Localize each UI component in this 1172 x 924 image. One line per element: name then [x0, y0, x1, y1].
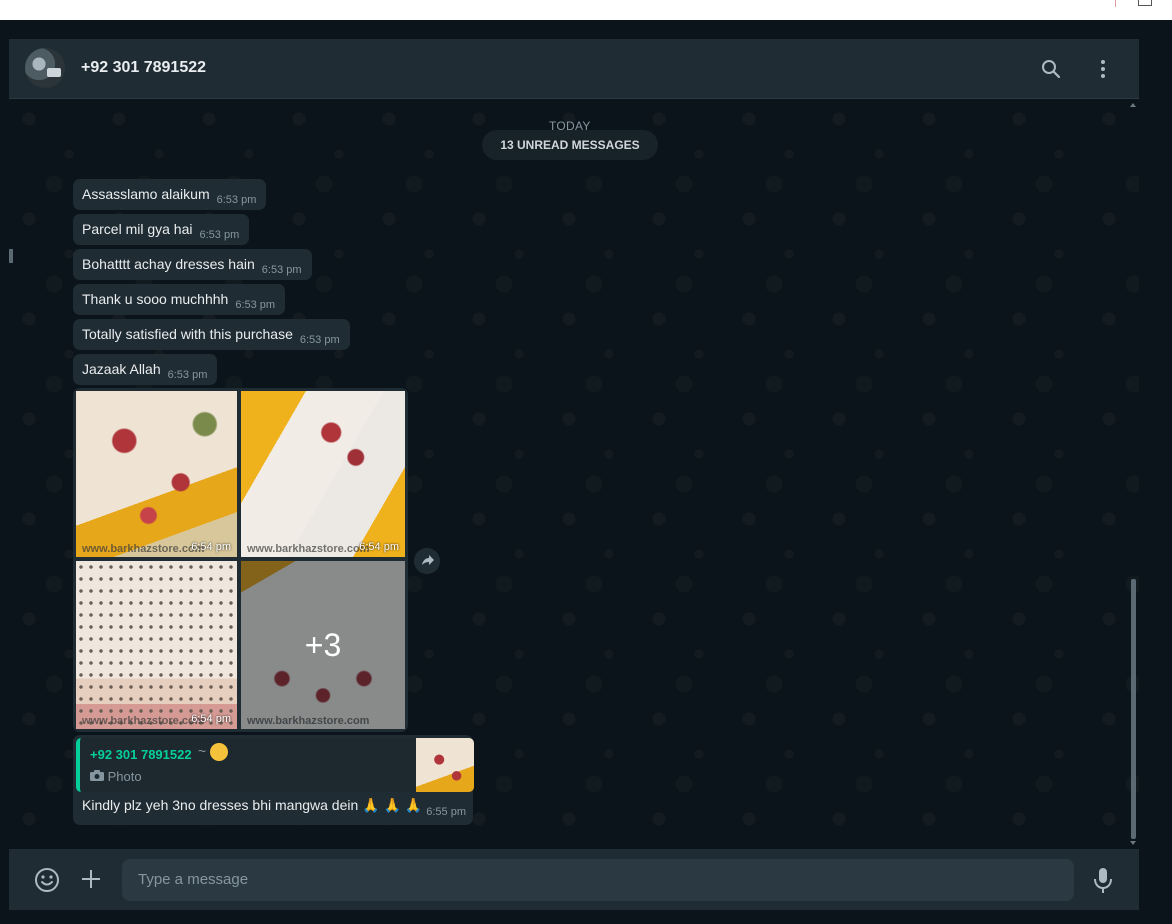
image-watermark: www.barkhazstore.com [247, 543, 370, 555]
message-bubble[interactable]: Jazaak Allah 6:53 pm [73, 354, 218, 385]
message-input-placeholder: Type a message [138, 871, 249, 888]
message-bubble[interactable]: Parcel mil gya hai 6:53 pm [73, 214, 250, 245]
smiley-emoji-icon [210, 743, 229, 762]
image-time: 6:54 pm [191, 541, 231, 553]
reply-message-bubble[interactable]: +92 301 7891522 ~ Photo Kindly plz yeh 3… [73, 735, 474, 825]
window-control-icon[interactable] [1115, 0, 1172, 7]
composer-bar: Type a message [9, 849, 1139, 910]
message-time: 6:53 pm [167, 369, 208, 381]
image-watermark: www.barkhazstore.com [82, 543, 205, 555]
chat-header: +92 301 7891522 [9, 39, 1139, 99]
camera-icon [90, 770, 104, 781]
quoted-author: +92 301 7891522 [90, 747, 192, 762]
message-time: 6:53 pm [216, 194, 257, 206]
quoted-author-suffix: ~ [198, 743, 229, 762]
emoji-icon[interactable] [34, 867, 60, 893]
album-image[interactable]: www.barkhazstore.com 6:54 pm [76, 391, 237, 557]
scroll-down-arrow[interactable] [1130, 841, 1136, 845]
image-watermark: www.barkhazstore.com [82, 715, 205, 727]
message-text: Assasslamo alaikum [82, 186, 210, 202]
more-images-count: +3 [304, 627, 342, 663]
quoted-type-label: Photo [107, 769, 142, 784]
image-time: 6:54 pm [191, 713, 231, 725]
album-image-more[interactable]: www.barkhazstore.com +3 [241, 561, 405, 729]
message-bubble[interactable]: Thank u sooo muchhhh 6:53 pm [73, 284, 286, 315]
message-text: Parcel mil gya hai [82, 221, 193, 237]
message-time: 6:53 pm [199, 229, 240, 241]
message-text: Bohatttt achay dresses hain [82, 256, 255, 272]
message-time: 6:55 pm [426, 806, 466, 818]
message-area[interactable]: TODAY 13 UNREAD MESSAGES Assasslamo alai… [9, 99, 1139, 849]
message-time: 6:53 pm [299, 334, 340, 346]
message-time: 6:53 pm [235, 299, 276, 311]
quoted-message[interactable]: +92 301 7891522 ~ Photo [76, 738, 474, 792]
scroll-up-arrow[interactable] [1130, 103, 1136, 107]
message-text: Jazaak Allah [82, 361, 161, 377]
quoted-type: Photo [90, 769, 142, 784]
contact-avatar[interactable] [25, 48, 65, 88]
mic-icon[interactable] [1092, 866, 1114, 894]
image-time: 6:54 pm [359, 541, 399, 553]
search-icon[interactable] [1039, 57, 1063, 81]
quoted-thumbnail [416, 738, 474, 792]
scrollbar-thumb[interactable] [1131, 579, 1136, 839]
message-bubble[interactable]: Bohatttt achay dresses hain 6:53 pm [73, 249, 312, 280]
message-time: 6:53 pm [261, 264, 302, 276]
browser-top-strip [0, 0, 1172, 20]
message-text: Thank u sooo muchhhh [82, 291, 229, 307]
whatsapp-window: +92 301 7891522 TODAY 13 UNREAD MESSAGES… [9, 39, 1139, 910]
contact-name[interactable]: +92 301 7891522 [81, 59, 206, 77]
message-bubble[interactable]: Assasslamo alaikum 6:53 pm [73, 179, 267, 210]
album-image[interactable]: www.barkhazstore.com 6:54 pm [241, 391, 405, 557]
message-text: Totally satisfied with this purchase [82, 326, 293, 342]
album-image[interactable]: www.barkhazstore.com 6:54 pm [76, 561, 237, 729]
forward-icon[interactable] [414, 548, 440, 574]
message-input[interactable]: Type a message [122, 859, 1074, 901]
message-bubble[interactable]: Totally satisfied with this purchase 6:53… [73, 319, 350, 350]
menu-icon[interactable] [1091, 57, 1115, 81]
image-album: www.barkhazstore.com 6:54 pm www.barkhaz… [73, 388, 408, 732]
plus-icon[interactable] [79, 867, 103, 891]
message-text: Kindly plz yeh 3no dresses bhi mangwa de… [82, 797, 423, 813]
left-scroll-indicator [9, 249, 13, 263]
unread-messages-badge: 13 UNREAD MESSAGES [482, 130, 658, 160]
